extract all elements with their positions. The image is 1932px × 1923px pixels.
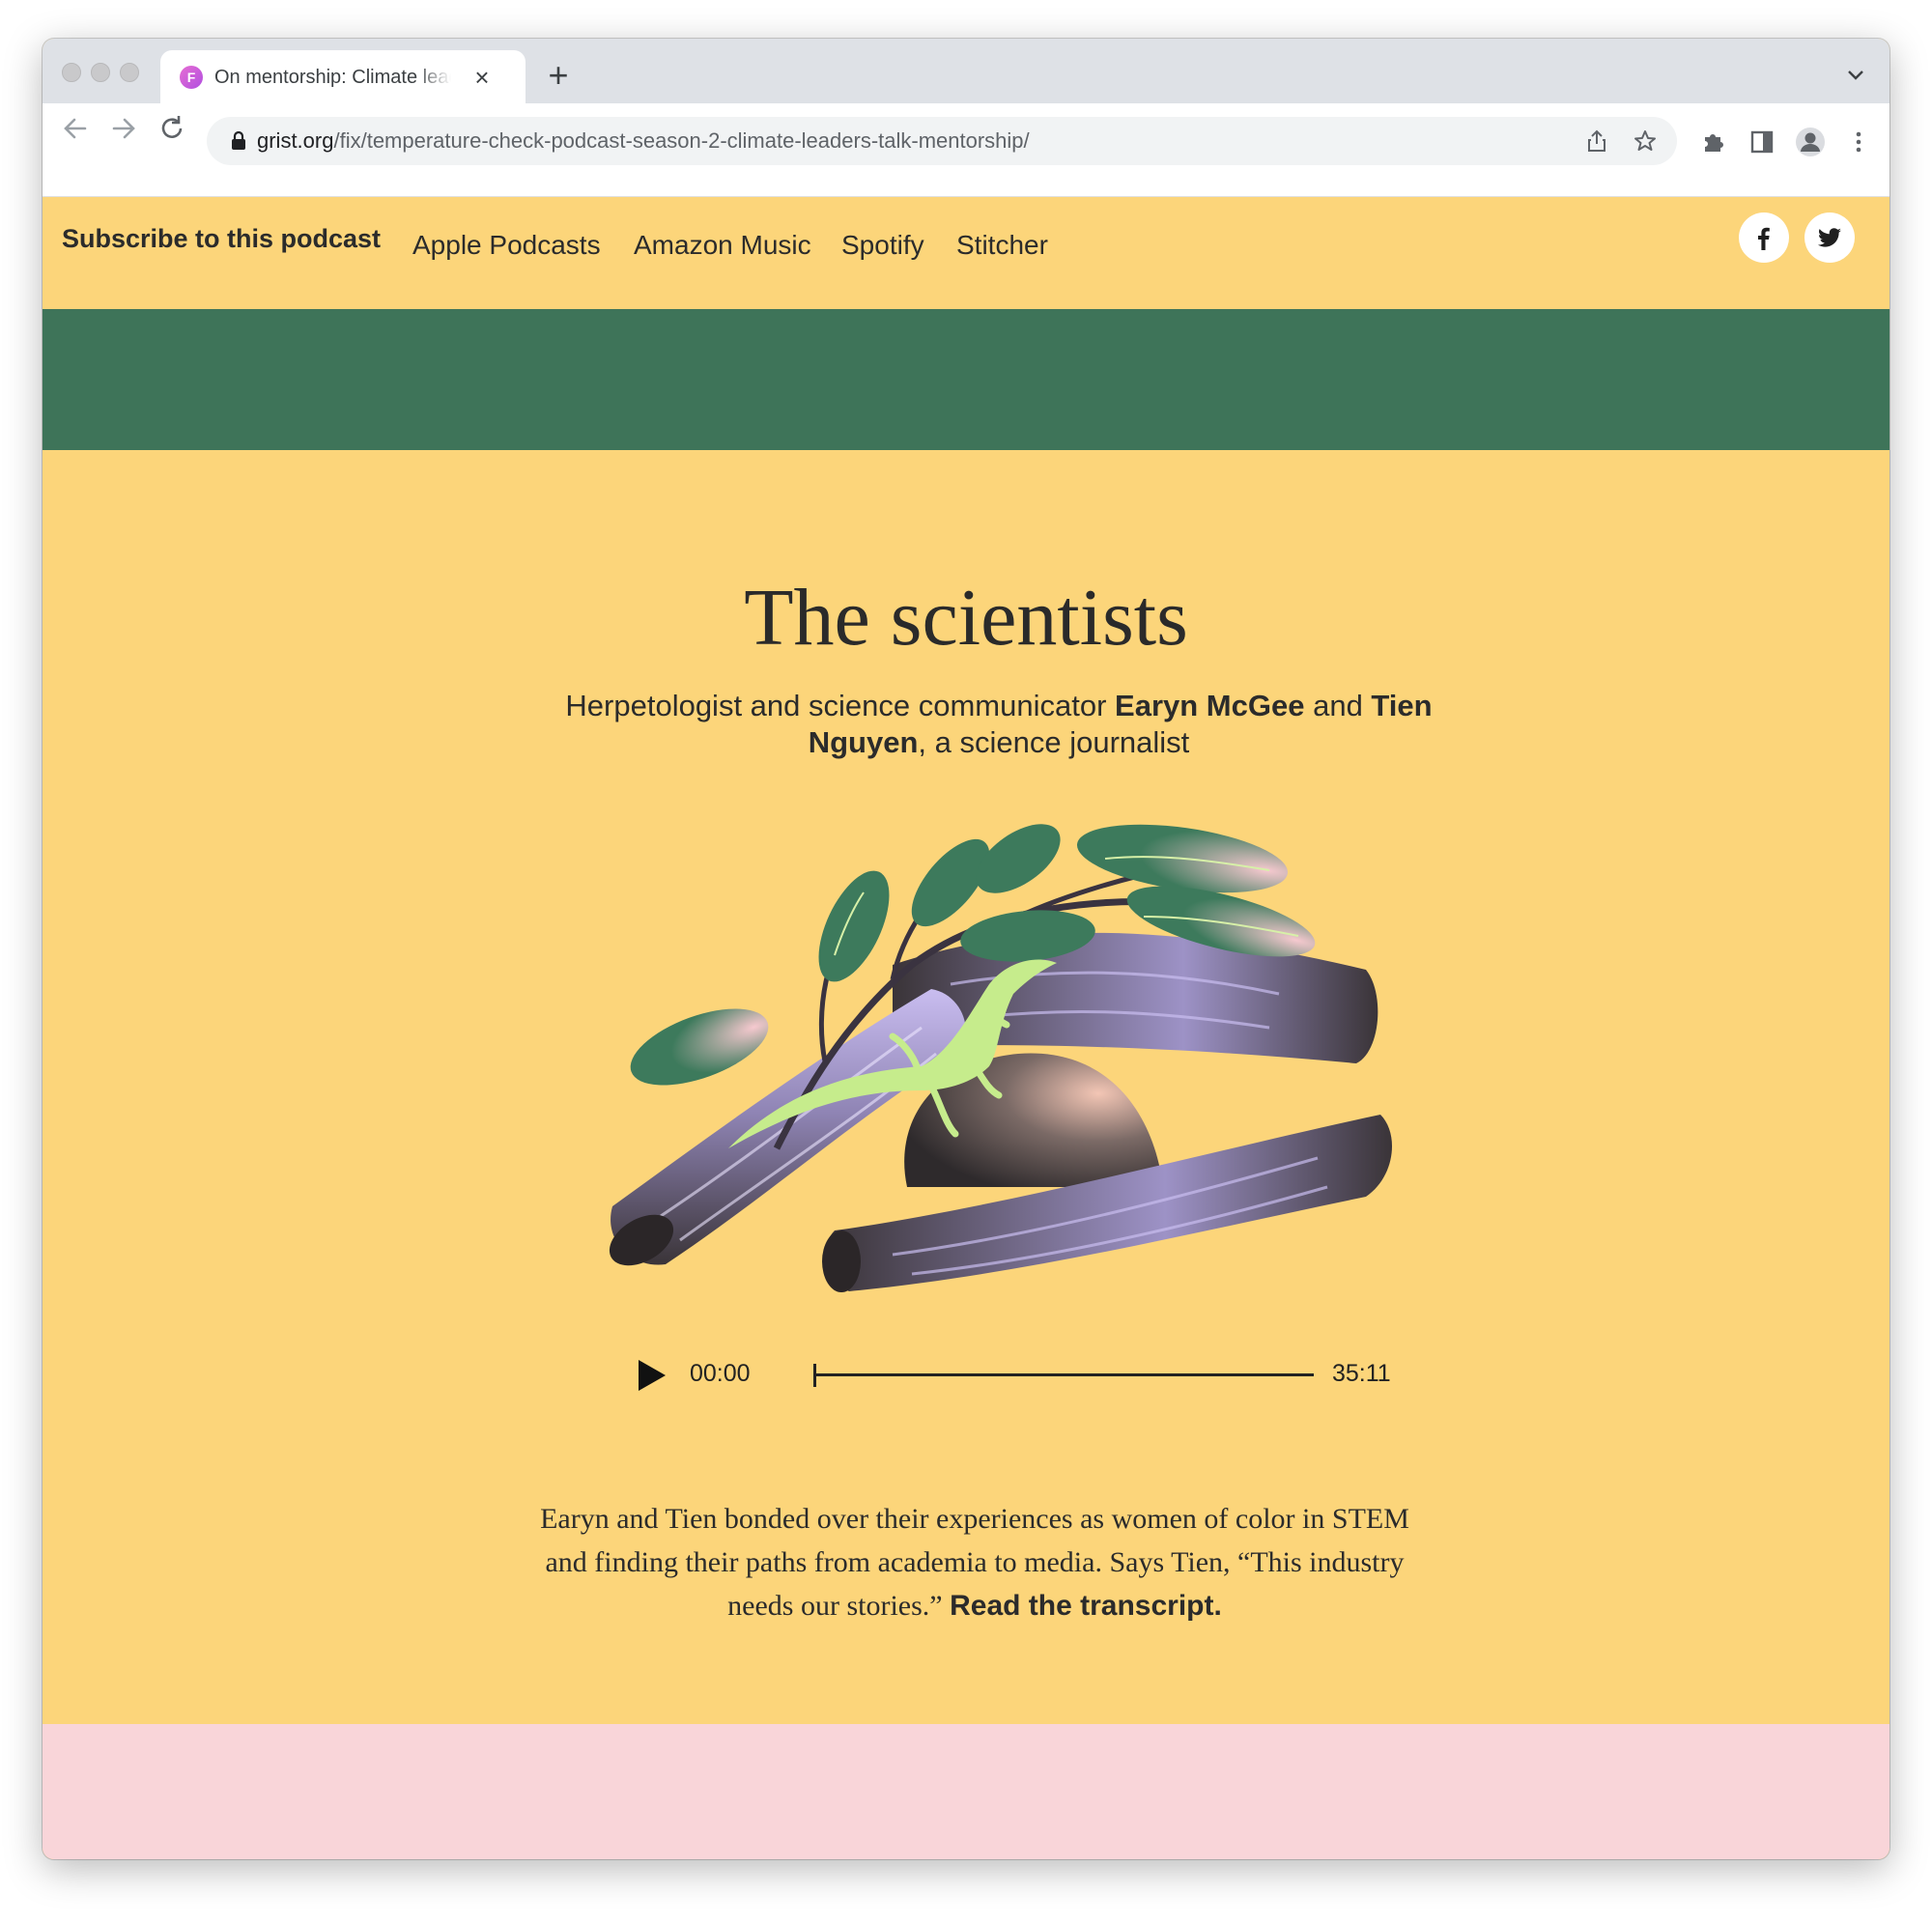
- pink-section-band: [43, 1724, 1889, 1859]
- subscribe-label: Subscribe to this podcast: [62, 224, 382, 253]
- guest-name-1: Earyn McGee: [1115, 689, 1305, 722]
- lock-icon[interactable]: [228, 129, 249, 153]
- lizard-logs-illustration: [609, 824, 1392, 1292]
- duration-time: 35:11: [1332, 1360, 1391, 1387]
- address-bar[interactable]: grist.org/fix/temperature-check-podcast-…: [207, 117, 1677, 165]
- extensions-puzzle-icon[interactable]: [1700, 128, 1727, 156]
- browser-tab[interactable]: F On mentorship: Climate leaders talk me…: [160, 50, 526, 103]
- audio-player: 00:00 35:11: [593, 1346, 1391, 1404]
- browser-window: F On mentorship: Climate leaders talk me…: [43, 39, 1889, 1859]
- forward-arrow-icon[interactable]: [104, 109, 143, 148]
- apple-podcasts-link[interactable]: Apple Podcasts: [412, 230, 601, 261]
- amazon-music-link[interactable]: Amazon Music: [634, 230, 811, 261]
- favicon-icon: F: [180, 66, 203, 89]
- back-arrow-icon[interactable]: [56, 109, 95, 148]
- progress-thumb[interactable]: [813, 1364, 816, 1387]
- facebook-icon: [1758, 227, 1770, 250]
- section-subtitle: Herpetologist and science communicator E…: [565, 689, 1433, 759]
- progress-track[interactable]: [813, 1373, 1314, 1376]
- close-window-dot[interactable]: [62, 63, 81, 82]
- zoom-window-dot[interactable]: [120, 63, 139, 82]
- more-menu-icon[interactable]: [1845, 128, 1872, 156]
- green-banner: [43, 309, 1889, 450]
- close-tab-icon[interactable]: ×: [468, 63, 497, 92]
- read-transcript-link[interactable]: Read the transcript.: [950, 1590, 1222, 1622]
- facebook-share-button[interactable]: [1739, 212, 1789, 263]
- tab-search-chevron-icon[interactable]: [1841, 60, 1870, 89]
- subscribe-bar: Subscribe to this podcast Apple Podcasts…: [43, 197, 1889, 309]
- bookmark-star-icon[interactable]: [1633, 128, 1658, 154]
- url-text[interactable]: grist.org/fix/temperature-check-podcast-…: [257, 128, 1030, 154]
- stitcher-link[interactable]: Stitcher: [956, 230, 1048, 261]
- play-icon[interactable]: [634, 1358, 668, 1393]
- current-time: 00:00: [690, 1360, 751, 1387]
- reload-icon[interactable]: [153, 109, 191, 148]
- episode-description: Earyn and Tien bonded over their experie…: [540, 1503, 1409, 1622]
- minimize-window-dot[interactable]: [91, 63, 110, 82]
- twitter-share-button[interactable]: [1804, 212, 1855, 263]
- profile-avatar-icon[interactable]: [1795, 127, 1826, 157]
- web-page: Subscribe to this podcast Apple Podcasts…: [43, 197, 1889, 1859]
- spotify-link[interactable]: Spotify: [841, 230, 924, 261]
- tab-title: On mentorship: Climate leaders talk ment…: [214, 67, 451, 88]
- twitter-icon: [1817, 228, 1841, 247]
- browser-toolbar: grist.org/fix/temperature-check-podcast-…: [43, 103, 1889, 197]
- new-tab-icon[interactable]: +: [539, 56, 578, 95]
- section-title: The scientists: [744, 573, 1188, 663]
- tab-bar: F On mentorship: Climate leaders talk me…: [43, 39, 1889, 103]
- share-icon[interactable]: [1584, 128, 1609, 154]
- side-panel-icon[interactable]: [1748, 128, 1776, 156]
